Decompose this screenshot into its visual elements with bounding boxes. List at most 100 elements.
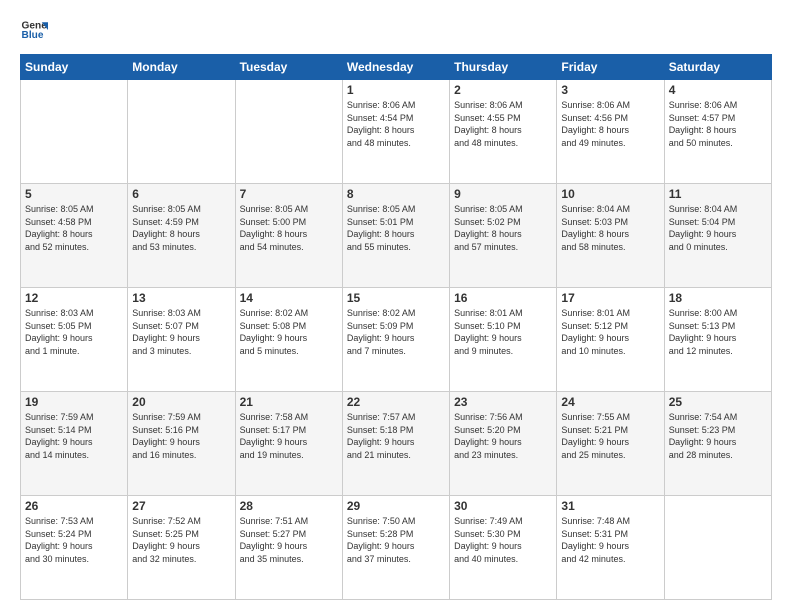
day-number: 19 bbox=[25, 395, 123, 409]
day-number: 20 bbox=[132, 395, 230, 409]
day-info: Sunrise: 7:52 AM Sunset: 5:25 PM Dayligh… bbox=[132, 515, 230, 565]
calendar-cell: 29 Sunrise: 7:50 AM Sunset: 5:28 PM Dayli… bbox=[342, 496, 449, 600]
calendar-cell: 10 Sunrise: 8:04 AM Sunset: 5:03 PM Dayli… bbox=[557, 184, 664, 288]
day-number: 8 bbox=[347, 187, 445, 201]
day-number: 26 bbox=[25, 499, 123, 513]
day-info: Sunrise: 8:01 AM Sunset: 5:10 PM Dayligh… bbox=[454, 307, 552, 357]
calendar-cell: 23Sunrise: 7:56 AM Sunset: 5:20 PM Dayli… bbox=[450, 392, 557, 496]
calendar: SundayMondayTuesdayWednesdayThursdayFrid… bbox=[20, 54, 772, 600]
day-info: Sunrise: 7:57 AM Sunset: 5:18 PM Dayligh… bbox=[347, 411, 445, 461]
day-number: 10 bbox=[561, 187, 659, 201]
day-info: Sunrise: 7:53 AM Sunset: 5:24 PM Dayligh… bbox=[25, 515, 123, 565]
day-info: Sunrise: 7:50 AM Sunset: 5:28 PM Dayligh… bbox=[347, 515, 445, 565]
day-info: Sunrise: 8:05 AM Sunset: 5:02 PM Dayligh… bbox=[454, 203, 552, 253]
weekday-header-tuesday: Tuesday bbox=[235, 55, 342, 80]
calendar-cell: 25 Sunrise: 7:54 AM Sunset: 5:23 PM Dayli… bbox=[664, 392, 771, 496]
weekday-header-wednesday: Wednesday bbox=[342, 55, 449, 80]
day-number: 15 bbox=[347, 291, 445, 305]
day-number: 30 bbox=[454, 499, 552, 513]
calendar-cell: 7 Sunrise: 8:05 AM Sunset: 5:00 PM Daylig… bbox=[235, 184, 342, 288]
calendar-cell bbox=[664, 496, 771, 600]
calendar-cell: 17 Sunrise: 8:01 AM Sunset: 5:12 PM Dayli… bbox=[557, 288, 664, 392]
calendar-cell: 15 Sunrise: 8:02 AM Sunset: 5:09 PM Dayli… bbox=[342, 288, 449, 392]
day-info: Sunrise: 7:48 AM Sunset: 5:31 PM Dayligh… bbox=[561, 515, 659, 565]
calendar-cell: 28 Sunrise: 7:51 AM Sunset: 5:27 PM Dayli… bbox=[235, 496, 342, 600]
weekday-header-sunday: Sunday bbox=[21, 55, 128, 80]
calendar-cell: 31 Sunrise: 7:48 AM Sunset: 5:31 PM Dayli… bbox=[557, 496, 664, 600]
day-number: 5 bbox=[25, 187, 123, 201]
day-info: Sunrise: 7:55 AM Sunset: 5:21 PM Dayligh… bbox=[561, 411, 659, 461]
calendar-cell: 30 Sunrise: 7:49 AM Sunset: 5:30 PM Dayli… bbox=[450, 496, 557, 600]
day-info: Sunrise: 8:01 AM Sunset: 5:12 PM Dayligh… bbox=[561, 307, 659, 357]
day-number: 21 bbox=[240, 395, 338, 409]
calendar-cell: 9 Sunrise: 8:05 AM Sunset: 5:02 PM Daylig… bbox=[450, 184, 557, 288]
day-number: 17 bbox=[561, 291, 659, 305]
day-info: Sunrise: 8:06 AM Sunset: 4:55 PM Dayligh… bbox=[454, 99, 552, 149]
weekday-header-thursday: Thursday bbox=[450, 55, 557, 80]
day-number: 12 bbox=[25, 291, 123, 305]
calendar-cell: 27Sunrise: 7:52 AM Sunset: 5:25 PM Dayli… bbox=[128, 496, 235, 600]
calendar-cell: 4Sunrise: 8:06 AM Sunset: 4:57 PM Daylig… bbox=[664, 80, 771, 184]
calendar-cell bbox=[128, 80, 235, 184]
day-number: 29 bbox=[347, 499, 445, 513]
calendar-cell: 21Sunrise: 7:58 AM Sunset: 5:17 PM Dayli… bbox=[235, 392, 342, 496]
calendar-cell: 11 Sunrise: 8:04 AM Sunset: 5:04 PM Dayli… bbox=[664, 184, 771, 288]
svg-text:Blue: Blue bbox=[22, 30, 44, 41]
weekday-header-saturday: Saturday bbox=[664, 55, 771, 80]
calendar-cell: 2 Sunrise: 8:06 AM Sunset: 4:55 PM Daylig… bbox=[450, 80, 557, 184]
day-info: Sunrise: 8:03 AM Sunset: 5:07 PM Dayligh… bbox=[132, 307, 230, 357]
day-info: Sunrise: 8:02 AM Sunset: 5:09 PM Dayligh… bbox=[347, 307, 445, 357]
day-number: 23 bbox=[454, 395, 552, 409]
calendar-cell: 5 Sunrise: 8:05 AM Sunset: 4:58 PM Daylig… bbox=[21, 184, 128, 288]
day-info: Sunrise: 8:05 AM Sunset: 5:00 PM Dayligh… bbox=[240, 203, 338, 253]
weekday-header-monday: Monday bbox=[128, 55, 235, 80]
calendar-cell: 22 Sunrise: 7:57 AM Sunset: 5:18 PM Dayli… bbox=[342, 392, 449, 496]
day-info: Sunrise: 8:06 AM Sunset: 4:56 PM Dayligh… bbox=[561, 99, 659, 149]
day-info: Sunrise: 8:05 AM Sunset: 5:01 PM Dayligh… bbox=[347, 203, 445, 253]
calendar-cell bbox=[21, 80, 128, 184]
day-info: Sunrise: 7:59 AM Sunset: 5:14 PM Dayligh… bbox=[25, 411, 123, 461]
calendar-cell: 19 Sunrise: 7:59 AM Sunset: 5:14 PM Dayli… bbox=[21, 392, 128, 496]
logo: General Blue bbox=[20, 16, 48, 44]
calendar-cell: 26 Sunrise: 7:53 AM Sunset: 5:24 PM Dayli… bbox=[21, 496, 128, 600]
day-info: Sunrise: 8:05 AM Sunset: 4:59 PM Dayligh… bbox=[132, 203, 230, 253]
calendar-cell: 16 Sunrise: 8:01 AM Sunset: 5:10 PM Dayli… bbox=[450, 288, 557, 392]
day-info: Sunrise: 8:00 AM Sunset: 5:13 PM Dayligh… bbox=[669, 307, 767, 357]
calendar-cell bbox=[235, 80, 342, 184]
calendar-cell: 20 Sunrise: 7:59 AM Sunset: 5:16 PM Dayli… bbox=[128, 392, 235, 496]
day-number: 9 bbox=[454, 187, 552, 201]
weekday-header-friday: Friday bbox=[557, 55, 664, 80]
day-number: 25 bbox=[669, 395, 767, 409]
day-info: Sunrise: 7:59 AM Sunset: 5:16 PM Dayligh… bbox=[132, 411, 230, 461]
day-info: Sunrise: 8:04 AM Sunset: 5:04 PM Dayligh… bbox=[669, 203, 767, 253]
day-number: 16 bbox=[454, 291, 552, 305]
day-info: Sunrise: 7:54 AM Sunset: 5:23 PM Dayligh… bbox=[669, 411, 767, 461]
logo-icon: General Blue bbox=[20, 16, 48, 44]
header: General Blue bbox=[20, 16, 772, 44]
day-number: 31 bbox=[561, 499, 659, 513]
day-number: 13 bbox=[132, 291, 230, 305]
day-number: 28 bbox=[240, 499, 338, 513]
calendar-cell: 3 Sunrise: 8:06 AM Sunset: 4:56 PM Daylig… bbox=[557, 80, 664, 184]
day-number: 22 bbox=[347, 395, 445, 409]
day-number: 24 bbox=[561, 395, 659, 409]
day-number: 18 bbox=[669, 291, 767, 305]
day-number: 7 bbox=[240, 187, 338, 201]
day-info: Sunrise: 8:05 AM Sunset: 4:58 PM Dayligh… bbox=[25, 203, 123, 253]
day-number: 11 bbox=[669, 187, 767, 201]
day-info: Sunrise: 8:02 AM Sunset: 5:08 PM Dayligh… bbox=[240, 307, 338, 357]
day-info: Sunrise: 8:06 AM Sunset: 4:57 PM Dayligh… bbox=[669, 99, 767, 149]
day-number: 1 bbox=[347, 83, 445, 97]
calendar-cell: 1Sunrise: 8:06 AM Sunset: 4:54 PM Daylig… bbox=[342, 80, 449, 184]
calendar-cell: 8 Sunrise: 8:05 AM Sunset: 5:01 PM Daylig… bbox=[342, 184, 449, 288]
day-info: Sunrise: 8:03 AM Sunset: 5:05 PM Dayligh… bbox=[25, 307, 123, 357]
day-number: 2 bbox=[454, 83, 552, 97]
day-info: Sunrise: 8:04 AM Sunset: 5:03 PM Dayligh… bbox=[561, 203, 659, 253]
day-number: 6 bbox=[132, 187, 230, 201]
day-number: 14 bbox=[240, 291, 338, 305]
day-info: Sunrise: 7:49 AM Sunset: 5:30 PM Dayligh… bbox=[454, 515, 552, 565]
day-info: Sunrise: 7:51 AM Sunset: 5:27 PM Dayligh… bbox=[240, 515, 338, 565]
calendar-cell: 14 Sunrise: 8:02 AM Sunset: 5:08 PM Dayli… bbox=[235, 288, 342, 392]
day-number: 3 bbox=[561, 83, 659, 97]
calendar-cell: 6 Sunrise: 8:05 AM Sunset: 4:59 PM Daylig… bbox=[128, 184, 235, 288]
